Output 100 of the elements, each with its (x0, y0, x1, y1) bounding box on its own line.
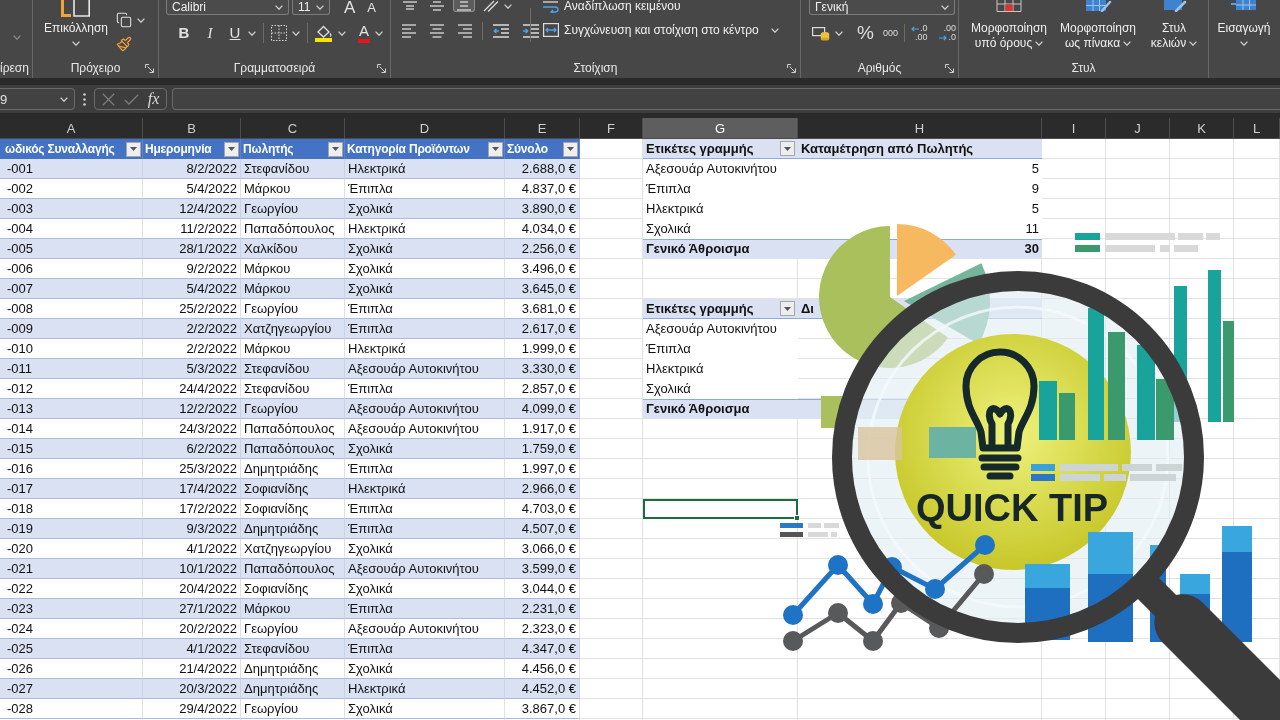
paint-bucket-icon (315, 24, 333, 42)
filter-button[interactable] (563, 141, 578, 157)
column-header[interactable]: I (1042, 118, 1106, 139)
table-cell: -009 (0, 319, 143, 339)
formula-input[interactable] (172, 88, 1280, 110)
table-cell: Σχολικά (345, 239, 505, 259)
table-cell: -001 (0, 159, 143, 179)
pivot-cell: Αξεσουάρ Αυτοκινήτου (643, 319, 798, 339)
column-header[interactable]: B (143, 118, 241, 139)
font-name-dropdown[interactable]: Calibri (166, 0, 289, 15)
align-center-button[interactable] (427, 23, 447, 39)
fill-handle[interactable] (794, 515, 800, 521)
table-cell: 2.231,0 € (505, 599, 580, 619)
filter-button[interactable] (126, 141, 141, 157)
column-header[interactable]: C (241, 118, 345, 139)
column-header[interactable]: J (1106, 118, 1170, 139)
font-size-dropdown[interactable]: 11 (292, 0, 330, 15)
merge-center-button[interactable]: Συγχώνευση και στοίχιση στο κέντρο (543, 23, 779, 37)
decrease-indent-button[interactable] (490, 23, 512, 39)
table-cell: -023 (0, 599, 143, 619)
dialog-launcher-icon[interactable] (945, 63, 954, 73)
italic-button[interactable]: I (200, 22, 220, 44)
merge-cells-icon (543, 23, 559, 37)
legend-text-bar (831, 532, 837, 537)
table-cell: -027 (0, 679, 143, 699)
legend-text-bar (1105, 245, 1155, 252)
insert-button[interactable]: Εισαγωγή (1215, 0, 1273, 58)
align-left-button[interactable] (399, 23, 419, 39)
table-cell: -005 (0, 239, 143, 259)
filter-button[interactable] (780, 301, 795, 316)
indent-icon (523, 23, 539, 38)
orientation-button[interactable] (483, 0, 512, 12)
column-header[interactable]: A (0, 118, 143, 139)
table-cell: 2.256,0 € (505, 239, 580, 259)
group-label: Στυλ (1071, 61, 1096, 75)
name-box[interactable]: 9 (0, 88, 75, 110)
filter-button[interactable] (224, 141, 239, 157)
accounting-format-button[interactable] (812, 24, 843, 42)
font-color-button[interactable]: A (358, 23, 370, 43)
pivot-cell: Ηλεκτρικά (643, 359, 798, 379)
caret-icon (72, 41, 80, 46)
caret-icon (275, 4, 283, 10)
data-point (783, 631, 803, 651)
column-header[interactable]: F (580, 118, 643, 139)
percent-style-button[interactable]: % (857, 23, 874, 43)
paste-button[interactable]: Επικόλληση (42, 0, 110, 58)
styles-button[interactable]: Μορφοποίηση υπό όρους (969, 0, 1049, 58)
close-icon[interactable] (101, 92, 115, 106)
table-cell: Δημητριάδης (241, 679, 345, 699)
dialog-launcher-icon[interactable] (787, 63, 796, 73)
caret-icon (316, 4, 324, 10)
column-header[interactable]: G (643, 118, 798, 139)
bold-button[interactable]: B (174, 22, 194, 44)
increase-indent-button[interactable] (520, 23, 542, 39)
number-format-dropdown[interactable]: Γενική (809, 0, 955, 15)
styles-button[interactable]: Μορφοποίηση ως πίνακα (1054, 0, 1142, 58)
filter-button[interactable] (488, 141, 503, 157)
group-label: ίρεση (0, 61, 29, 75)
caret-icon (338, 30, 346, 36)
copy-button[interactable] (116, 11, 145, 29)
data-point (828, 603, 848, 623)
table-cell: 4/1/2022 (143, 639, 241, 659)
borders-button[interactable] (271, 24, 300, 42)
fill-color-button[interactable] (315, 24, 346, 42)
filter-button[interactable] (328, 141, 343, 157)
vertical-align-button[interactable] (453, 0, 475, 12)
active-cell[interactable] (643, 499, 798, 519)
filter-button[interactable] (780, 141, 795, 156)
column-header[interactable]: K (1170, 118, 1234, 139)
column-header[interactable]: E (505, 118, 580, 139)
insert-function-button[interactable]: fx (147, 90, 160, 108)
caret-icon (835, 30, 843, 36)
dialog-launcher-icon[interactable] (377, 63, 386, 73)
table-format-icon (1084, 0, 1112, 12)
checkmark-icon[interactable] (123, 93, 139, 105)
legend-swatch (1031, 474, 1055, 481)
grow-font-button[interactable]: A (344, 0, 356, 15)
increase-decimal-button[interactable]: .0 .00 (910, 24, 928, 42)
column-header[interactable]: D (345, 118, 505, 139)
underline-button[interactable]: U (225, 22, 245, 44)
wrap-text-button[interactable]: Αναδίπλωση κειμένου (543, 0, 681, 13)
dropdown-arrow-icon (784, 146, 791, 151)
pivot-cell: Σχολικά (643, 219, 798, 239)
comma-style-button[interactable]: 000 (882, 23, 898, 43)
dialog-launcher-icon[interactable] (145, 63, 154, 73)
table-cell: -017 (0, 479, 143, 499)
column-header[interactable]: H (798, 118, 1042, 139)
legend-text-bar (1174, 245, 1198, 252)
table-cell: Μάρκου (241, 279, 345, 299)
align-right-button[interactable] (455, 23, 475, 39)
chart-bar (929, 427, 976, 458)
banknote-coins-icon (812, 25, 830, 41)
group-label: Γραμματοσειρά (233, 61, 316, 75)
styles-button[interactable]: Στυλ κελιών (1146, 0, 1202, 58)
shrink-font-button[interactable]: A (367, 0, 376, 15)
caret-icon (60, 96, 68, 102)
decrease-decimal-button[interactable]: .00 .0 (939, 24, 956, 42)
legend-swatch (1031, 464, 1055, 471)
dropdown-arrow-icon (228, 147, 235, 151)
column-header[interactable]: L (1234, 118, 1280, 139)
